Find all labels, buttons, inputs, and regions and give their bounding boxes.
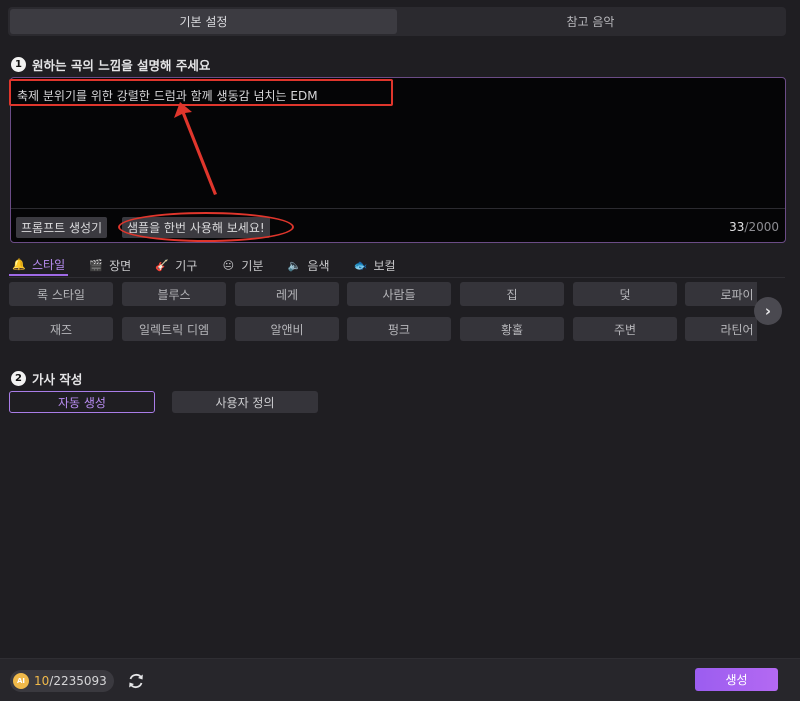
style-option-house[interactable]: 집 — [460, 282, 564, 306]
tab-scene-label: 장면 — [109, 258, 132, 273]
style-option-lofi[interactable]: 로파이 — [685, 282, 757, 306]
style-option-funk[interactable]: 펑크 — [347, 317, 451, 341]
tab-instrument-label: 기구 — [175, 258, 198, 273]
refresh-icon[interactable] — [126, 671, 146, 691]
tab-mood-label: 기분 — [241, 258, 264, 273]
auto-generate-button[interactable]: 자동 생성 — [9, 391, 155, 413]
style-option-folk[interactable]: 사람들 — [347, 282, 451, 306]
char-count-current: 33 — [729, 220, 745, 234]
fish-icon: 🐟 — [353, 258, 368, 272]
section2-title: 2 가사 작성 — [11, 369, 82, 388]
tab-instrument[interactable]: 🎸 기구 — [152, 254, 200, 276]
tab-style[interactable]: 🔔 스타일 — [9, 254, 69, 276]
tab-reference-music[interactable]: 참고 음악 — [397, 9, 784, 34]
style-option-ambient[interactable]: 주변 — [573, 317, 677, 341]
tab-vocal-label: 보컬 — [373, 258, 396, 273]
custom-lyrics-button[interactable]: 사용자 정의 — [172, 391, 318, 413]
section1-title: 1 원하는 곡의 느낌을 설명해 주세요 — [11, 55, 210, 74]
credits-badge: AI 10/2235093 — [10, 670, 114, 692]
guitar-icon: 🎸 — [155, 258, 170, 272]
style-option-blues[interactable]: 블루스 — [122, 282, 226, 306]
style-option-jazz[interactable]: 재즈 — [9, 317, 113, 341]
section1-label: 원하는 곡의 느낌을 설명해 주세요 — [32, 58, 211, 73]
style-option-rnb[interactable]: 알앤비 — [235, 317, 339, 341]
prompt-text[interactable]: 축제 분위기를 위한 강렬한 드럼과 함께 생동감 넘치는 EDM — [17, 87, 318, 104]
bottom-bar: AI 10/2235093 생성 — [0, 658, 800, 701]
char-count-max: /2000 — [744, 220, 779, 234]
style-option-trap[interactable]: 덫 — [573, 282, 677, 306]
section2-label: 가사 작성 — [32, 372, 83, 387]
style-option-electric-dm[interactable]: 일렉트릭 디엠 — [122, 317, 226, 341]
prompt-footer: 프롬프트 생성기 샘플을 한번 사용해 보세요! 33/2000 — [11, 208, 785, 242]
style-option-latin[interactable]: 라틴어 — [685, 317, 757, 341]
chevron-right-icon[interactable]: › — [754, 297, 782, 325]
generate-button[interactable]: 생성 — [695, 668, 778, 691]
tab-vocal[interactable]: 🐟 보컬 — [351, 254, 399, 276]
style-options: 록 스타일 블루스 레게 사람들 집 덫 로파이 재즈 일렉트릭 디엠 알앤비 … — [9, 282, 757, 342]
prompt-generator-button[interactable]: 프롬프트 생성기 — [16, 217, 108, 238]
step-number-1: 1 — [11, 57, 26, 72]
credits-used: 10 — [34, 674, 50, 688]
tab-style-label: 스타일 — [32, 257, 66, 272]
try-sample-button[interactable]: 샘플을 한번 사용해 보세요! — [122, 217, 270, 238]
tab-mood[interactable]: 😐 기분 — [218, 254, 266, 276]
speaker-icon: 🔈 — [287, 258, 302, 272]
char-counter: 33/2000 — [729, 220, 779, 234]
clapper-icon: 🎬 — [89, 258, 103, 272]
tab-scene[interactable]: 🎬 장면 — [86, 254, 134, 276]
annotation-arrow — [174, 102, 217, 195]
style-option-rock[interactable]: 록 스타일 — [9, 282, 113, 306]
smiley-icon: 😐 — [222, 258, 235, 272]
bell-icon: 🔔 — [12, 257, 26, 271]
tab-timbre-label: 음색 — [307, 258, 330, 273]
style-option-reggae[interactable]: 레게 — [235, 282, 339, 306]
prompt-textarea[interactable]: 축제 분위기를 위한 강렬한 드럼과 함께 생동감 넘치는 EDM 프롬프트 생… — [10, 77, 786, 243]
tab-timbre[interactable]: 🔈 음색 — [284, 254, 332, 276]
top-tabs: 기본 설정 참고 음악 — [8, 7, 786, 36]
step-number-2: 2 — [11, 371, 26, 386]
tab-basic-settings[interactable]: 기본 설정 — [10, 9, 397, 34]
style-option-ecstasy[interactable]: 황홀 — [460, 317, 564, 341]
ai-coin-icon: AI — [13, 673, 29, 689]
credits-total: /2235093 — [49, 674, 107, 688]
category-tabs: 🔔 스타일 🎬 장면 🎸 기구 😐 기분 🔈 음색 🐟 보컬 — [9, 254, 785, 278]
